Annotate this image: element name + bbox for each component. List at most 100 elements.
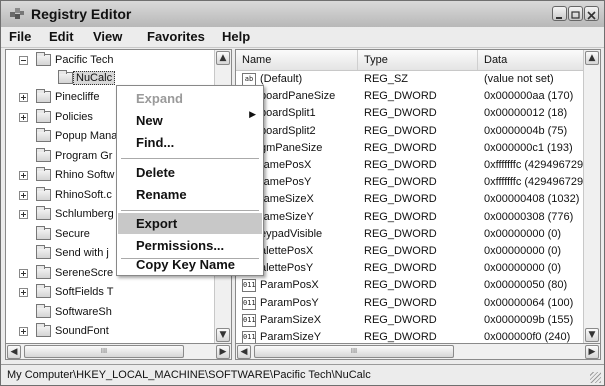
cell-type: REG_DWORD — [364, 262, 437, 275]
menu-edit[interactable]: Edit — [49, 29, 74, 44]
list-row[interactable]: 011boardSplit1REG_DWORD0x00000012 (18) — [236, 105, 584, 123]
maximize-button[interactable] — [568, 6, 583, 21]
minimize-icon — [556, 17, 562, 19]
expand-icon[interactable] — [19, 190, 28, 200]
cell-name: (Default) — [260, 73, 303, 85]
menu-item-permissions[interactable]: Permissions... — [118, 235, 262, 256]
menu-item-find[interactable]: Find... — [118, 132, 262, 153]
list-row[interactable]: 011alettePosYREG_DWORD0x00000000 (0) — [236, 260, 584, 278]
folder-icon — [36, 186, 51, 201]
cell-name: ramePosY — [260, 176, 312, 189]
menu-bar: File Edit View Favorites Help — [1, 27, 604, 48]
cell-name: boardPaneSize — [260, 90, 336, 103]
menu-item-copy-key-name[interactable]: Copy Key Name — [118, 254, 262, 275]
cell-data: 0x000000f0 (240) — [484, 331, 571, 343]
scroll-right-arrow-icon[interactable]: ▶ — [216, 345, 230, 359]
scroll-up-arrow-icon[interactable]: ▲ — [585, 51, 599, 65]
folder-icon — [36, 245, 51, 259]
column-header-name[interactable]: Name — [236, 50, 358, 70]
cell-type: REG_DWORD — [364, 141, 437, 154]
menu-view[interactable]: View — [93, 29, 122, 44]
list-row[interactable]: 011ramePosXREG_DWORD0xfffffffc (42949672… — [236, 157, 584, 175]
list-row[interactable]: 011 ParamPosX REG_DWORD 0x00000050 (80) — [236, 277, 584, 295]
cell-type: REG_DWORD — [364, 227, 437, 240]
menu-favorites[interactable]: Favorites — [147, 29, 205, 44]
window-title: Registry Editor — [31, 6, 132, 22]
cell-name: alettePosX — [260, 245, 314, 257]
collapse-icon[interactable] — [19, 56, 28, 65]
list-vertical-scrollbar[interactable]: ▲ ▼ — [583, 50, 600, 343]
menu-item-delete[interactable]: Delete — [118, 162, 262, 183]
registry-editor-icon — [10, 8, 24, 19]
list-row[interactable]: 011rameSizeXREG_DWORD0x00000408 (1032) — [236, 191, 584, 209]
list-row[interactable]: ab (Default) REG_SZ (value not set) — [236, 71, 584, 89]
scroll-down-arrow-icon[interactable]: ▼ — [216, 328, 230, 342]
cell-data: 0x00000064 (100) — [484, 296, 574, 309]
list-row[interactable]: 011alettePosXREG_DWORD0x00000000 (0) — [236, 243, 584, 261]
maximize-icon — [571, 11, 580, 19]
menu-item-export[interactable]: Export — [118, 213, 262, 234]
list-header: Name Type Data — [236, 50, 584, 71]
tree-item-label: SoundFont — [55, 325, 109, 337]
expand-icon[interactable] — [19, 268, 28, 278]
binary-value-icon: 011 — [242, 279, 256, 293]
minimize-button[interactable] — [552, 6, 567, 21]
tree-item-label: Program Gr — [55, 149, 113, 162]
list-row[interactable]: 011boardSplit2REG_DWORD0x0000004b (75) — [236, 123, 584, 141]
cell-data: 0x00000000 (0) — [484, 227, 562, 240]
cell-type: REG_DWORD — [364, 193, 437, 206]
menu-item-expand[interactable]: Expand — [118, 88, 262, 109]
scroll-thumb[interactable]: III — [24, 345, 184, 358]
expand-icon[interactable] — [19, 210, 28, 219]
expand-icon[interactable] — [19, 327, 28, 336]
cell-data: 0x0000004b (75) — [484, 124, 568, 137]
cell-data: 0xfffffffc (429496729 — [484, 159, 584, 171]
list-row[interactable]: 011rameSizeYREG_DWORD0x00000308 (776) — [236, 209, 584, 227]
cell-name: boardSplit2 — [260, 124, 316, 137]
cell-data: 0x00000000 (0) — [484, 245, 562, 257]
cell-name: ParamPosY — [260, 296, 319, 309]
cell-type: REG_DWORD — [364, 107, 437, 120]
list-row[interactable]: 011 ParamSizeY REG_DWORD 0x000000f0 (240) — [236, 329, 584, 343]
list-row[interactable]: 011ramePosYREG_DWORD0xfffffffc (42949672… — [236, 174, 584, 192]
tree-horizontal-scrollbar[interactable]: ◀ III ▶ — [5, 343, 232, 360]
list-horizontal-scrollbar[interactable]: ◀ III ▶ — [235, 343, 601, 360]
list-row[interactable]: 011boardPaneSizeREG_DWORD0x000000aa (170… — [236, 88, 584, 106]
list-row[interactable]: 011 ParamSizeX REG_DWORD 0x0000009b (155) — [236, 312, 584, 330]
list-row[interactable]: 011 ParamPosY REG_DWORD 0x00000064 (100) — [236, 295, 584, 313]
expand-icon[interactable] — [19, 93, 28, 102]
title-bar[interactable]: Registry Editor — [1, 1, 604, 27]
column-header-data[interactable]: Data — [478, 50, 584, 70]
cell-name: rameSizeX — [260, 193, 314, 206]
scroll-down-arrow-icon[interactable]: ▼ — [585, 328, 599, 342]
list-row[interactable]: 011eypadVisibleREG_DWORD0x00000000 (0) — [236, 226, 584, 244]
scroll-up-arrow-icon[interactable]: ▲ — [216, 51, 230, 65]
menu-item-new[interactable]: New ▶ — [118, 110, 262, 131]
scroll-right-arrow-icon[interactable]: ▶ — [585, 345, 599, 359]
scroll-left-arrow-icon[interactable]: ◀ — [237, 345, 251, 359]
cell-data: 0x00000012 (18) — [484, 107, 568, 120]
menu-help[interactable]: Help — [222, 29, 250, 44]
expand-icon[interactable] — [19, 171, 28, 180]
values-list-pane[interactable]: Name Type Data ab (Default) REG_SZ (value n… — [235, 49, 601, 344]
column-header-type[interactable]: Type — [358, 50, 478, 70]
expand-icon[interactable] — [19, 288, 28, 297]
scroll-thumb[interactable]: III — [254, 345, 454, 358]
menu-file[interactable]: File — [9, 29, 31, 44]
folder-icon — [36, 206, 51, 220]
menu-separator — [121, 158, 259, 159]
cell-name: boardSplit1 — [260, 107, 316, 120]
registry-editor-window: Registry Editor File Edit View Favorites… — [0, 0, 605, 386]
close-button[interactable] — [584, 6, 599, 21]
cell-type: REG_DWORD — [364, 245, 437, 257]
cell-data: 0x00000408 (1032) — [484, 193, 580, 206]
scroll-left-arrow-icon[interactable]: ◀ — [7, 345, 21, 359]
tree-item-label: SoftwareSh — [55, 305, 112, 318]
binary-value-icon: 011 — [242, 296, 256, 310]
resize-grip-icon[interactable] — [590, 372, 601, 383]
expand-icon[interactable] — [19, 112, 28, 122]
menu-item-rename[interactable]: Rename — [118, 184, 262, 205]
tree-item-label: SoftFields T — [55, 286, 114, 298]
list-row[interactable]: 011gmPaneSizeREG_DWORD0x000000c1 (193) — [236, 140, 584, 158]
cell-type: REG_DWORD — [364, 210, 437, 223]
